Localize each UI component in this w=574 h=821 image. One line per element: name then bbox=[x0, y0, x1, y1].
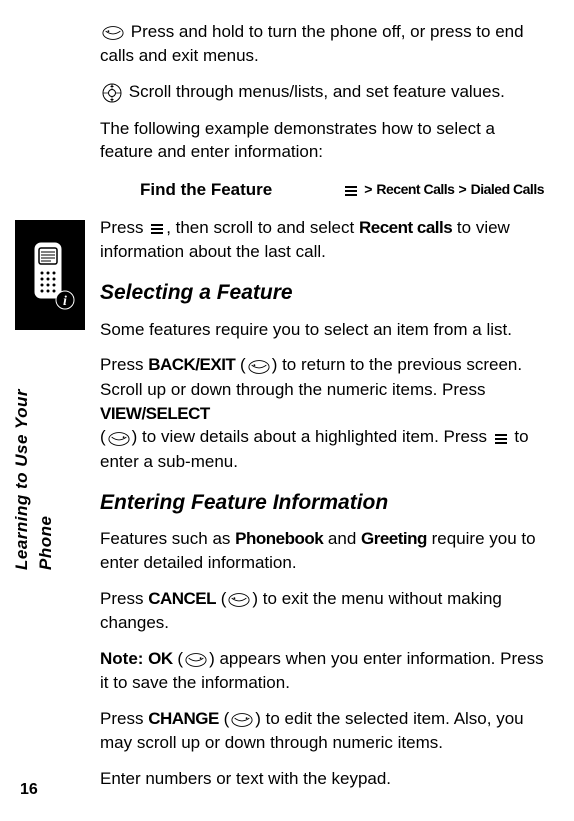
phone-illustration: i bbox=[15, 220, 85, 330]
menu-icon bbox=[150, 217, 164, 241]
phone-icon: i bbox=[23, 238, 78, 313]
scroll-text: Scroll through menus/lists, and set feat… bbox=[129, 82, 505, 101]
back-exit-paragraph: Press BACK/EXIT () to return to the prev… bbox=[100, 353, 544, 473]
feature-path: > Recent Calls > Dialed Calls bbox=[342, 180, 544, 200]
back-exit-label: BACK/EXIT bbox=[148, 355, 235, 374]
enter-text: Enter numbers or text with the keypad. bbox=[100, 767, 544, 791]
press-hold-text: Press and hold to turn the phone off, or… bbox=[100, 22, 524, 65]
vertical-section-label: Learning to Use Your Phone bbox=[10, 330, 58, 570]
scroll-wheel-icon bbox=[102, 81, 122, 105]
feature-row: Find the Feature > Recent Calls > Dialed… bbox=[100, 178, 544, 202]
change-label: CHANGE bbox=[148, 709, 219, 728]
feature-item-1: Recent Calls bbox=[376, 180, 454, 200]
section-title-entering: Entering Feature Information bbox=[100, 488, 544, 517]
feature-item-2: Dialed Calls bbox=[471, 180, 544, 200]
cancel-paragraph: Press CANCEL () to exit the menu without… bbox=[100, 587, 544, 635]
recent-calls-label: Recent calls bbox=[359, 218, 452, 237]
greeting-label: Greeting bbox=[361, 529, 427, 548]
softkey-left-icon bbox=[228, 587, 250, 611]
feature-label: Find the Feature bbox=[140, 178, 272, 202]
menu-icon bbox=[344, 180, 358, 200]
press-hold-paragraph: Press and hold to turn the phone off, or… bbox=[100, 20, 544, 68]
ok-label: OK bbox=[148, 649, 173, 668]
section-title-selecting: Selecting a Feature bbox=[100, 278, 544, 307]
note-paragraph: Note: OK () appears when you enter infor… bbox=[100, 647, 544, 695]
menu-icon bbox=[494, 426, 508, 450]
gt-separator: > bbox=[364, 180, 372, 200]
section2-text: Features such as Phonebook and Greeting … bbox=[100, 527, 544, 575]
change-paragraph: Press CHANGE () to edit the selected ite… bbox=[100, 707, 544, 755]
cancel-label: CANCEL bbox=[148, 589, 216, 608]
softkey-right-icon bbox=[231, 708, 253, 732]
softkey-left-icon bbox=[248, 354, 270, 378]
softkey-left-icon bbox=[102, 21, 124, 45]
press-view-paragraph: Press , then scroll to and select Recent… bbox=[100, 216, 544, 264]
section1-text: Some features require you to select an i… bbox=[100, 318, 544, 342]
softkey-right-icon bbox=[185, 647, 207, 671]
page-number: 16 bbox=[20, 779, 38, 801]
softkey-right-icon bbox=[108, 426, 130, 450]
scroll-paragraph: Scroll through menus/lists, and set feat… bbox=[100, 80, 544, 104]
gt-separator: > bbox=[458, 180, 466, 200]
phonebook-label: Phonebook bbox=[235, 529, 323, 548]
example-intro: The following example demonstrates how t… bbox=[100, 117, 544, 165]
view-select-label: VIEW/SELECT bbox=[100, 404, 210, 423]
svg-text:i: i bbox=[63, 294, 67, 309]
